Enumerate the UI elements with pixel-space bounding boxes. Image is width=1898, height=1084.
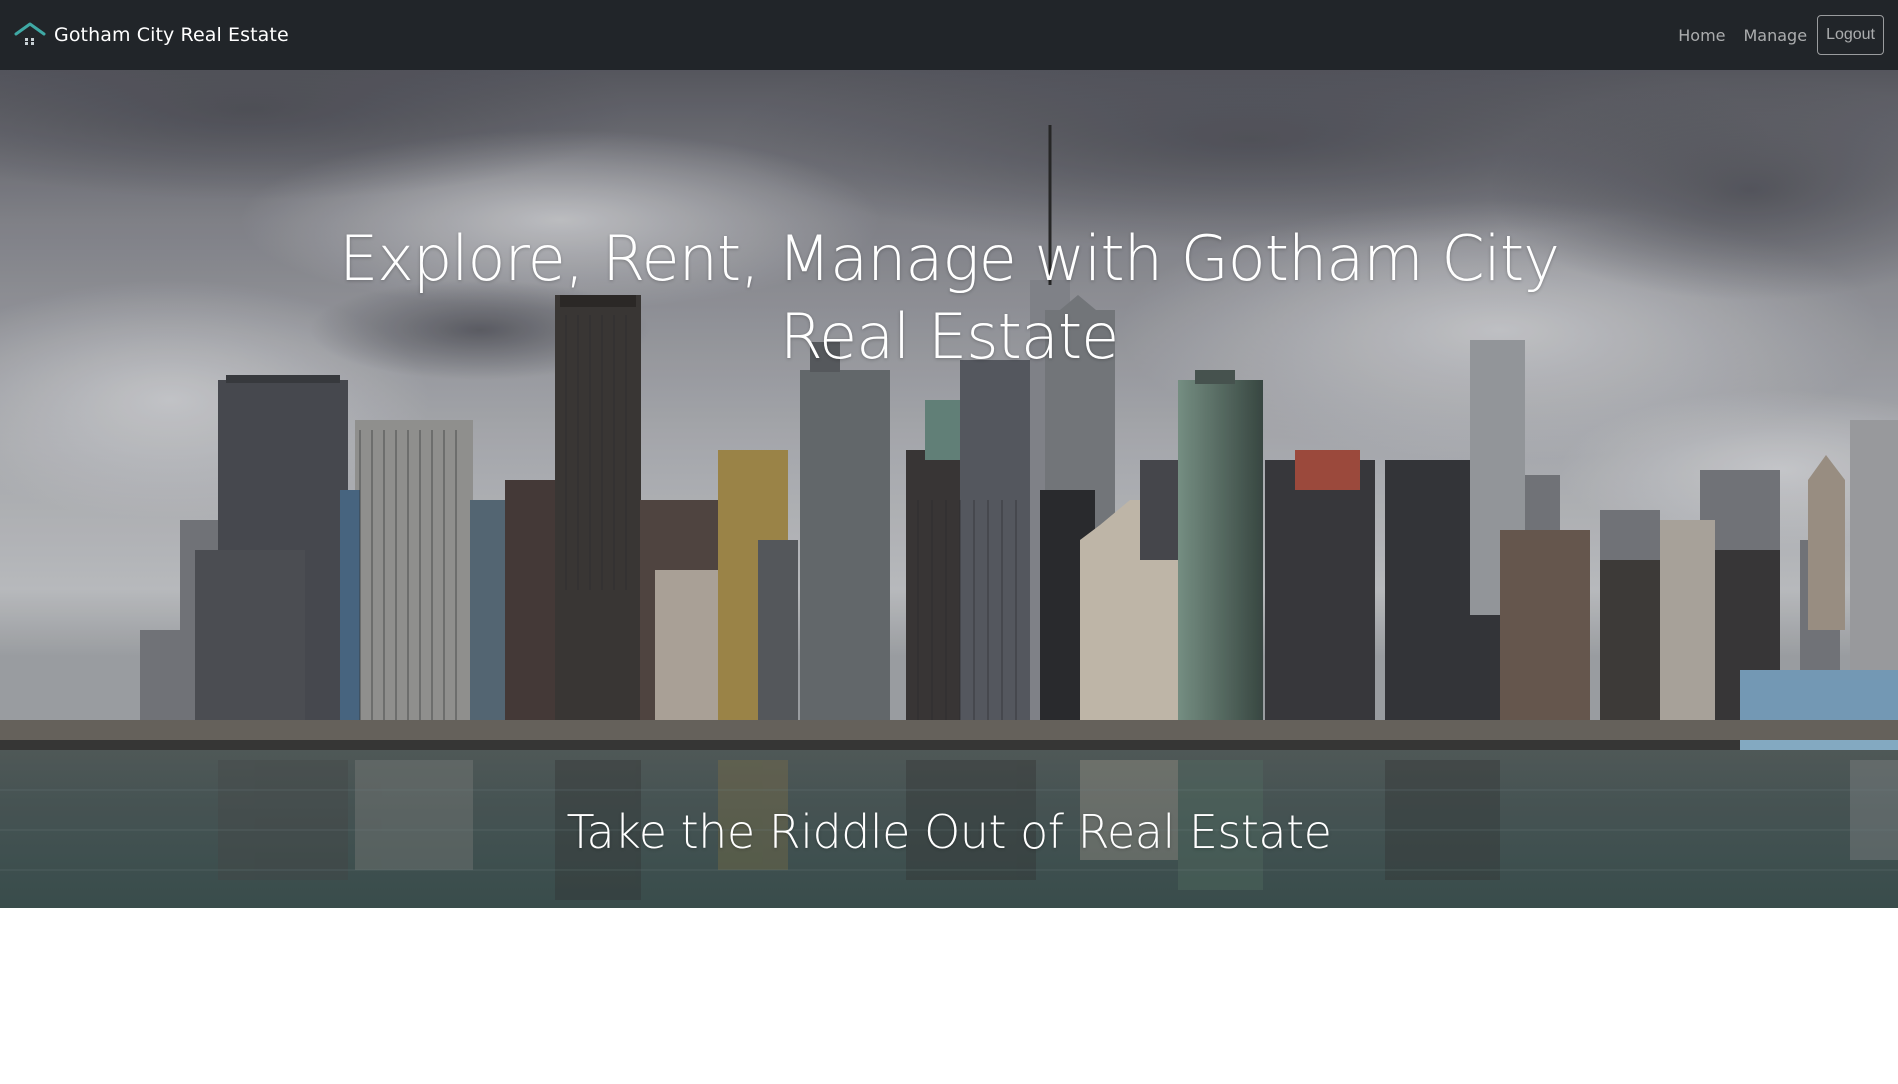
nav-link-manage[interactable]: Manage [1736, 18, 1816, 53]
hero-section: Explore, Rent, Manage with Gotham City R… [0, 70, 1898, 908]
house-icon [14, 22, 46, 46]
nav-link-home[interactable]: Home [1670, 18, 1733, 53]
logout-button[interactable]: Logout [1817, 15, 1884, 55]
brand-text: Gotham City Real Estate [54, 24, 289, 46]
hero-subtitle: Take the Riddle Out of Real Estate [566, 805, 1332, 859]
city-skyline-image [0, 70, 1898, 908]
navbar: Gotham City Real Estate Home Manage Logo… [0, 0, 1898, 70]
hero-title: Explore, Rent, Manage with Gotham City R… [339, 222, 1560, 373]
nav-links: Home Manage Logout [1670, 15, 1884, 55]
brand-link[interactable]: Gotham City Real Estate [14, 21, 289, 49]
